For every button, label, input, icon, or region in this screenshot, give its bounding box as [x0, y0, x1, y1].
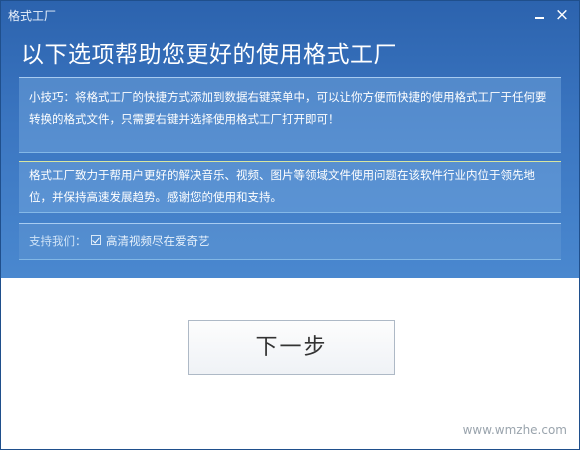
page-title: 以下选项帮助您更好的使用格式工厂: [21, 42, 397, 68]
installer-window: 格式工厂 × 以下选项帮助您更好的使用格式工厂 小技巧：将格式工厂的快捷方式添加…: [0, 0, 580, 450]
close-button[interactable]: ×: [552, 5, 572, 25]
support-panel: 支持我们： 高清视频尽在爱奇艺: [19, 223, 561, 260]
next-button[interactable]: 下一步: [188, 320, 395, 375]
intro-text: 格式工厂致力于帮用户更好的解决音乐、视频、图片等领域文件使用问题在该软件行业内位…: [29, 168, 535, 204]
minimize-icon: [535, 17, 544, 19]
iqiyi-checkbox-label[interactable]: 高清视频尽在爱奇艺: [106, 233, 210, 249]
close-icon: ×: [554, 5, 570, 25]
watermark-text: www.wmzhe.com: [462, 423, 567, 437]
header-area: 格式工厂 × 以下选项帮助您更好的使用格式工厂 小技巧：将格式工厂的快捷方式添加…: [1, 1, 579, 278]
tip-text: 小技巧：将格式工厂的快捷方式添加到数据右键菜单中，可以让你方便而快捷的使用格式工…: [29, 90, 547, 126]
support-label: 支持我们：: [29, 234, 87, 248]
check-icon: [92, 235, 100, 244]
title-bar[interactable]: 格式工厂 ×: [1, 1, 579, 31]
minimize-button[interactable]: [529, 5, 549, 25]
window-title: 格式工厂: [8, 9, 57, 23]
intro-panel: 格式工厂致力于帮用户更好的解决音乐、视频、图片等领域文件使用问题在该软件行业内位…: [19, 161, 561, 213]
tip-panel: 小技巧：将格式工厂的快捷方式添加到数据右键菜单中，可以让你方便而快捷的使用格式工…: [19, 77, 561, 153]
iqiyi-checkbox[interactable]: [91, 235, 101, 245]
